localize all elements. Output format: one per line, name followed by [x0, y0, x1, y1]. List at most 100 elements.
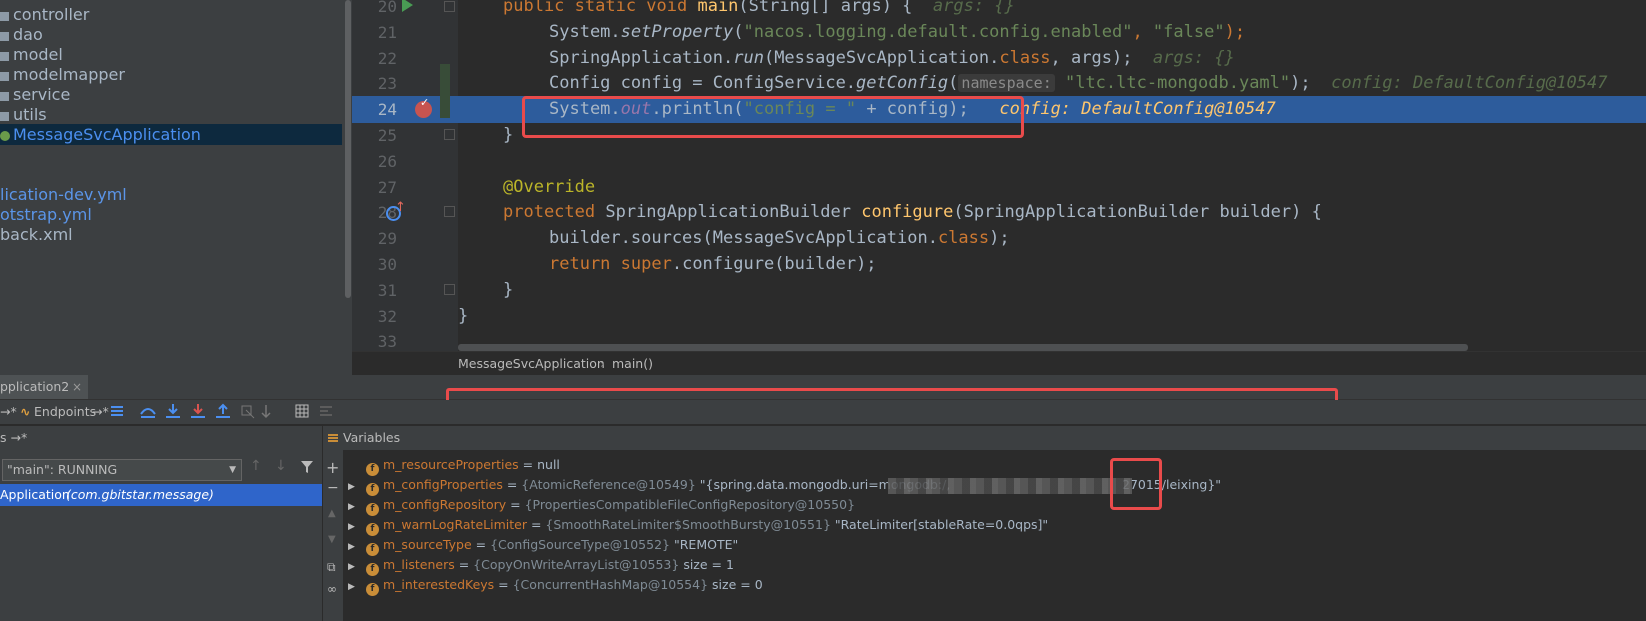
variable-row[interactable]: ▶ f m_warnLogRateLimiter = {SmoothRateLimi…	[348, 515, 1048, 537]
thread-selector[interactable]: "main": RUNNING ▼	[2, 459, 242, 481]
copy-icon[interactable]: ⧉	[327, 560, 336, 575]
expand-icon[interactable]: ▶	[348, 557, 360, 577]
code-line-20[interactable]: public static void main(String[] args) {…	[503, 0, 1015, 20]
redacted-region	[888, 478, 1132, 494]
evaluate-expression-icon[interactable]	[295, 404, 309, 418]
chevron-down-icon: ▼	[229, 465, 236, 475]
tree-item-dao[interactable]: dao	[0, 24, 43, 45]
line-number: 24	[377, 100, 397, 119]
frames-panel	[0, 426, 323, 621]
code-line-30[interactable]: return super.configure(builder);	[549, 251, 877, 278]
endpoints-tab[interactable]: Endpoints	[34, 400, 96, 424]
force-step-into-icon[interactable]	[191, 404, 205, 418]
tree-item-service[interactable]: service	[0, 84, 70, 105]
variable-row[interactable]: f m_resourceProperties = null	[348, 455, 560, 476]
close-tab-icon[interactable]: ×	[72, 375, 82, 399]
code-line-29[interactable]: builder.sources(MessageSvcApplication.cl…	[549, 225, 1010, 252]
tab-application2[interactable]: pplication2 ×	[0, 375, 88, 399]
tree-item-controller[interactable]: controller	[0, 4, 89, 25]
drop-frame-icon[interactable]	[241, 405, 255, 419]
breadcrumb-method[interactable]: main()	[612, 352, 653, 376]
tree-item-bootstrap-yml[interactable]: otstrap.yml	[0, 204, 92, 225]
up-arrow-icon[interactable]: ↑	[250, 458, 262, 474]
line-number: 29	[377, 229, 397, 248]
remove-watch-icon[interactable]: −	[327, 480, 339, 496]
tree-item-application-dev-yml[interactable]: lication-dev.yml	[0, 184, 127, 205]
tree-item-logback-xml[interactable]: back.xml	[0, 224, 73, 245]
folder-icon	[0, 92, 9, 101]
tree-scrollbar-thumb[interactable]	[345, 0, 351, 298]
parameter-hint: namespace:	[958, 74, 1055, 92]
endpoints-settings-icon[interactable]: →*	[92, 400, 109, 424]
tree-item-utils[interactable]: utils	[0, 104, 47, 125]
line-number: 32	[377, 307, 397, 326]
annotation-box-port	[1110, 458, 1162, 510]
code-line-31[interactable]: }	[503, 277, 513, 304]
line-number: 26	[377, 152, 397, 171]
endpoints-icon: ∿	[20, 404, 31, 419]
debug-action-icons	[111, 403, 332, 419]
breadcrumb-separator: ›	[600, 356, 605, 371]
field-icon: f	[366, 583, 379, 596]
variables-side-toolbar: + − ▲ ▼ ⧉ ∞	[323, 450, 343, 621]
code-line-21[interactable]: System.setProperty("nacos.logging.defaul…	[549, 19, 1245, 46]
folder-icon	[0, 52, 9, 61]
override-arrow-icon: ↑	[395, 200, 406, 215]
tree-item-modelmapper[interactable]: modelmapper	[0, 64, 125, 85]
fold-marker-icon[interactable]	[444, 284, 455, 295]
step-into-icon[interactable]	[166, 404, 180, 418]
variable-row[interactable]: ▶ f m_interestedKeys = {ConcurrentHashMap@…	[348, 575, 763, 597]
folder-icon	[0, 32, 9, 41]
variable-row[interactable]: ▶ f m_configRepository = {PropertiesCompat…	[348, 495, 855, 517]
down-arrow-icon[interactable]: ↓	[275, 458, 287, 474]
expand-icon[interactable]: ▶	[348, 577, 360, 597]
code-line-25[interactable]: }	[503, 122, 513, 149]
line-number: 21	[377, 23, 397, 42]
line-number: 22	[377, 49, 397, 68]
add-watch-icon[interactable]: +	[326, 458, 339, 477]
frames-header: s →*	[0, 426, 322, 450]
code-line-23[interactable]: Config config = ConfigService.getConfig(…	[549, 70, 1607, 97]
fold-marker-icon[interactable]	[444, 1, 455, 12]
fold-marker-icon[interactable]	[444, 129, 455, 140]
code-line-27[interactable]: @Override	[503, 174, 595, 201]
run-gutter-icon[interactable]	[402, 0, 413, 12]
code-line-22[interactable]: SpringApplication.run(MessageSvcApplicat…	[549, 45, 1235, 72]
filter-icon[interactable]	[300, 460, 314, 474]
folder-icon	[0, 72, 9, 81]
folder-icon	[0, 12, 9, 21]
breadcrumb: MessageSvcApplication › main()	[352, 351, 1646, 376]
expand-icon[interactable]: ▶	[348, 537, 360, 557]
fold-marker-icon[interactable]	[444, 206, 455, 217]
tree-item-messagesvcapplication[interactable]: MessageSvcApplication	[0, 124, 342, 145]
trace-icon[interactable]	[320, 406, 332, 416]
breadcrumb-class[interactable]: MessageSvcApplication	[458, 352, 605, 376]
line-number: 30	[377, 255, 397, 274]
line-number: 20	[377, 0, 397, 16]
expand-icon[interactable]: ▶	[348, 517, 360, 537]
tree-item-model[interactable]: model	[0, 44, 63, 65]
frame-item-selected[interactable]: Application (com.gbitstar.message)	[0, 484, 322, 506]
variables-icon	[328, 434, 338, 436]
variables-header: Variables	[323, 426, 1646, 451]
run-to-cursor-icon[interactable]	[261, 405, 271, 419]
line-number: 25	[377, 126, 397, 145]
variable-row[interactable]: ▶ f m_sourceType = {ConfigSourceType@10552…	[348, 535, 738, 557]
code-line-28[interactable]: protected SpringApplicationBuilder confi…	[503, 199, 1322, 226]
line-number: 23	[377, 74, 397, 93]
step-out-icon[interactable]	[216, 403, 230, 418]
move-down-icon[interactable]: ▼	[328, 534, 336, 545]
variable-row[interactable]: ▶ f m_configProperties = {AtomicReference@…	[348, 475, 950, 497]
editor-horizontal-scrollbar[interactable]	[458, 344, 1468, 351]
step-over-icon[interactable]	[140, 408, 156, 418]
expand-icon[interactable]: ▶	[348, 497, 360, 517]
expand-icon[interactable]: ▶	[348, 477, 360, 497]
move-up-icon[interactable]: ▲	[328, 508, 336, 519]
variable-row[interactable]: ▶ f m_listeners = {CopyOnWriteArrayList@10…	[348, 555, 734, 577]
glasses-icon[interactable]: ∞	[327, 582, 337, 596]
layout-settings-icon[interactable]: →*	[0, 400, 17, 424]
menu-icon[interactable]	[111, 406, 123, 416]
annotation-box-line-24	[522, 96, 1024, 138]
line-number: 31	[377, 281, 397, 300]
code-line-32[interactable]: }	[458, 303, 468, 330]
